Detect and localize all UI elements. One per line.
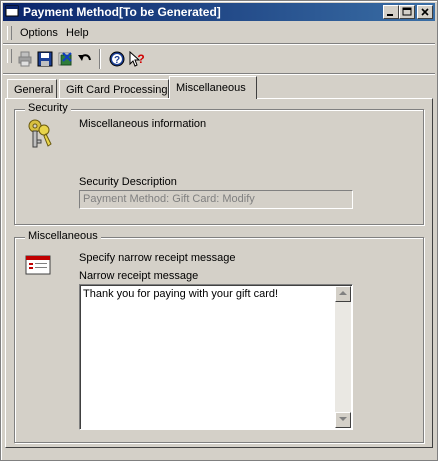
close-icon [421,8,429,16]
svg-text:?: ? [137,52,144,66]
print-button[interactable] [15,49,35,69]
help-icon: ? [109,51,125,67]
toolbar-separator [99,49,101,69]
arrow-up-icon [339,291,347,295]
window-title: Payment Method[To be Generated] [23,5,221,19]
misc-heading: Specify narrow receipt message [79,252,236,264]
tab-miscellaneous[interactable]: Miscellaneous [169,76,257,99]
security-description-label: Security Description [79,176,177,188]
scroll-down-button[interactable] [335,412,351,428]
title-bar[interactable]: Payment Method[To be Generated] [3,3,435,21]
undo-button[interactable] [75,49,95,69]
toolbar-separator-bottom [3,73,435,75]
menu-separator [3,43,435,45]
miscellaneous-group-title: Miscellaneous [25,230,101,242]
undo-icon [78,54,91,61]
menu-options[interactable]: Options [20,27,58,39]
menu-help[interactable]: Help [66,27,89,39]
tab-general-label: General [14,84,54,96]
narrow-receipt-message-value: Thank you for paying with your gift card… [83,288,279,300]
security-group-title: Security [25,102,71,114]
window: Payment Method[To be Generated] Options … [0,0,438,461]
message-scrollbar[interactable] [335,286,351,428]
whats-this-icon: ? [129,51,145,67]
keys-icon [28,119,52,148]
minimize-button[interactable] [383,5,399,19]
toolbar: ? ? [3,46,435,72]
save-icon [37,51,53,67]
tab-panel-miscellaneous: Security Miscellaneous information Secur… [5,98,433,448]
menu-bar: Options Help [3,23,435,43]
close-button[interactable] [417,5,433,19]
maximize-button[interactable] [399,5,415,19]
receipt-message-icon [25,255,51,275]
security-group: Security Miscellaneous information Secur… [14,102,424,225]
help-button[interactable]: ? [107,49,127,69]
whats-this-button[interactable]: ? [127,49,147,69]
tab-gift-card-processing[interactable]: Gift Card Processing [59,79,169,98]
toolbar-grip [7,49,12,63]
arrow-down-icon [339,417,347,421]
print-icon [18,51,32,67]
narrow-receipt-message-label: Narrow receipt message [79,270,199,282]
tab-miscellaneous-label: Miscellaneous [176,82,246,94]
tab-gift-card-processing-label: Gift Card Processing [66,84,168,96]
menu-grip [7,26,12,40]
tab-general[interactable]: General [7,79,57,98]
scroll-up-button[interactable] [335,286,351,302]
minimize-icon [387,14,393,16]
security-description-value: Payment Method: Gift Card: Modify [83,193,255,205]
delete-icon [58,52,72,66]
app-window-icon [5,5,19,17]
narrow-receipt-message-input[interactable]: Thank you for paying with your gift card… [79,284,353,430]
maximize-icon [402,7,412,16]
miscellaneous-group: Miscellaneous Specify narrow receipt mes… [14,230,424,443]
security-description-field: Payment Method: Gift Card: Modify [79,190,353,209]
svg-text:?: ? [114,55,120,66]
delete-button[interactable] [55,49,75,69]
save-button[interactable] [35,49,55,69]
security-heading: Miscellaneous information [79,118,207,130]
